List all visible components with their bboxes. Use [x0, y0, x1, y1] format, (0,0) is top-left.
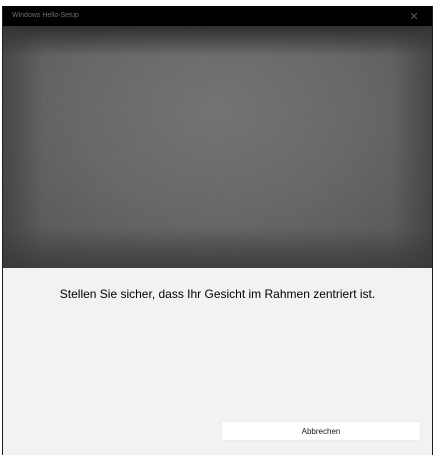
camera-vignette-bottom [3, 228, 432, 268]
hello-setup-window: Windows Hello-Setup Stellen Sie sicher, … [2, 6, 433, 455]
camera-vignette-right [392, 26, 432, 268]
window-title: Windows Hello-Setup [12, 12, 79, 19]
camera-vignette-top [3, 26, 432, 56]
close-button[interactable] [396, 6, 432, 26]
instruction-text: Stellen Sie sicher, dass Ihr Gesicht im … [59, 287, 376, 301]
camera-vignette-left [3, 26, 43, 268]
camera-preview [3, 26, 432, 268]
close-icon [410, 12, 418, 20]
cancel-button[interactable]: Abbrechen [221, 421, 421, 441]
title-bar: Windows Hello-Setup [3, 6, 432, 26]
